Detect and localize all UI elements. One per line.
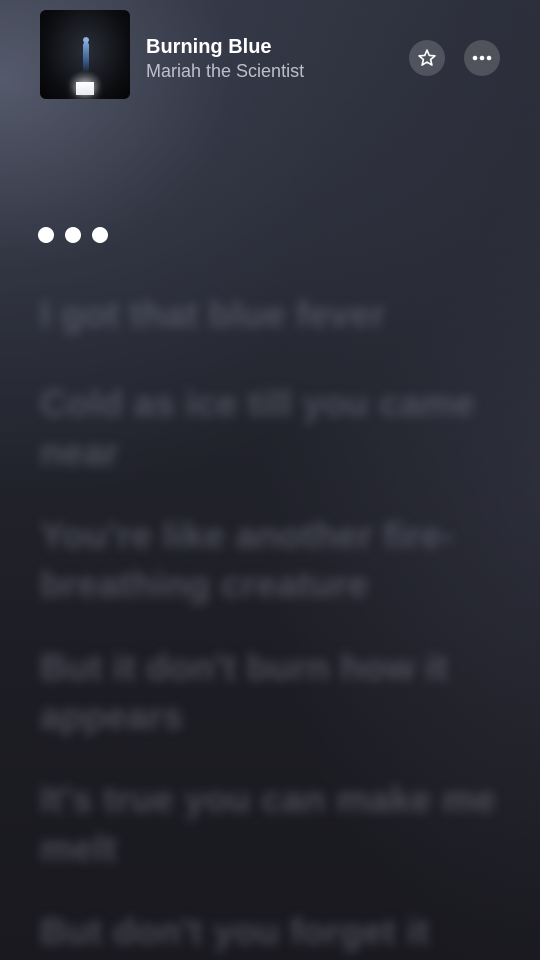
lyrics-list: I got that blue fever Cold as ice till y… (40, 290, 500, 960)
album-artwork[interactable] (40, 10, 130, 99)
lyric-line[interactable]: Cold as ice till you came near (40, 379, 500, 477)
lyrics-waiting-indicator (38, 226, 110, 244)
artwork-pedestal (76, 82, 94, 95)
waiting-dot (92, 227, 108, 243)
artist-name[interactable]: Mariah the Scientist (146, 61, 304, 82)
lyric-line[interactable]: It's true you can make me melt (40, 775, 500, 873)
more-options-button[interactable] (464, 40, 500, 76)
lyric-line[interactable]: You're like another fire-breathing creat… (40, 511, 500, 609)
lyric-line[interactable]: I got that blue fever (40, 290, 500, 339)
favorite-button[interactable] (409, 40, 445, 76)
waiting-dot (65, 227, 81, 243)
now-playing-header: Burning Blue Mariah the Scientist (40, 10, 500, 100)
ellipsis-icon (472, 55, 492, 61)
lyric-line[interactable]: But it don't burn how it appears (40, 643, 500, 741)
lyric-line[interactable]: But don't you forget it (40, 907, 500, 956)
star-icon (418, 49, 436, 66)
artwork-figure (83, 42, 89, 72)
waiting-dot (38, 227, 54, 243)
song-title: Burning Blue (146, 36, 272, 58)
